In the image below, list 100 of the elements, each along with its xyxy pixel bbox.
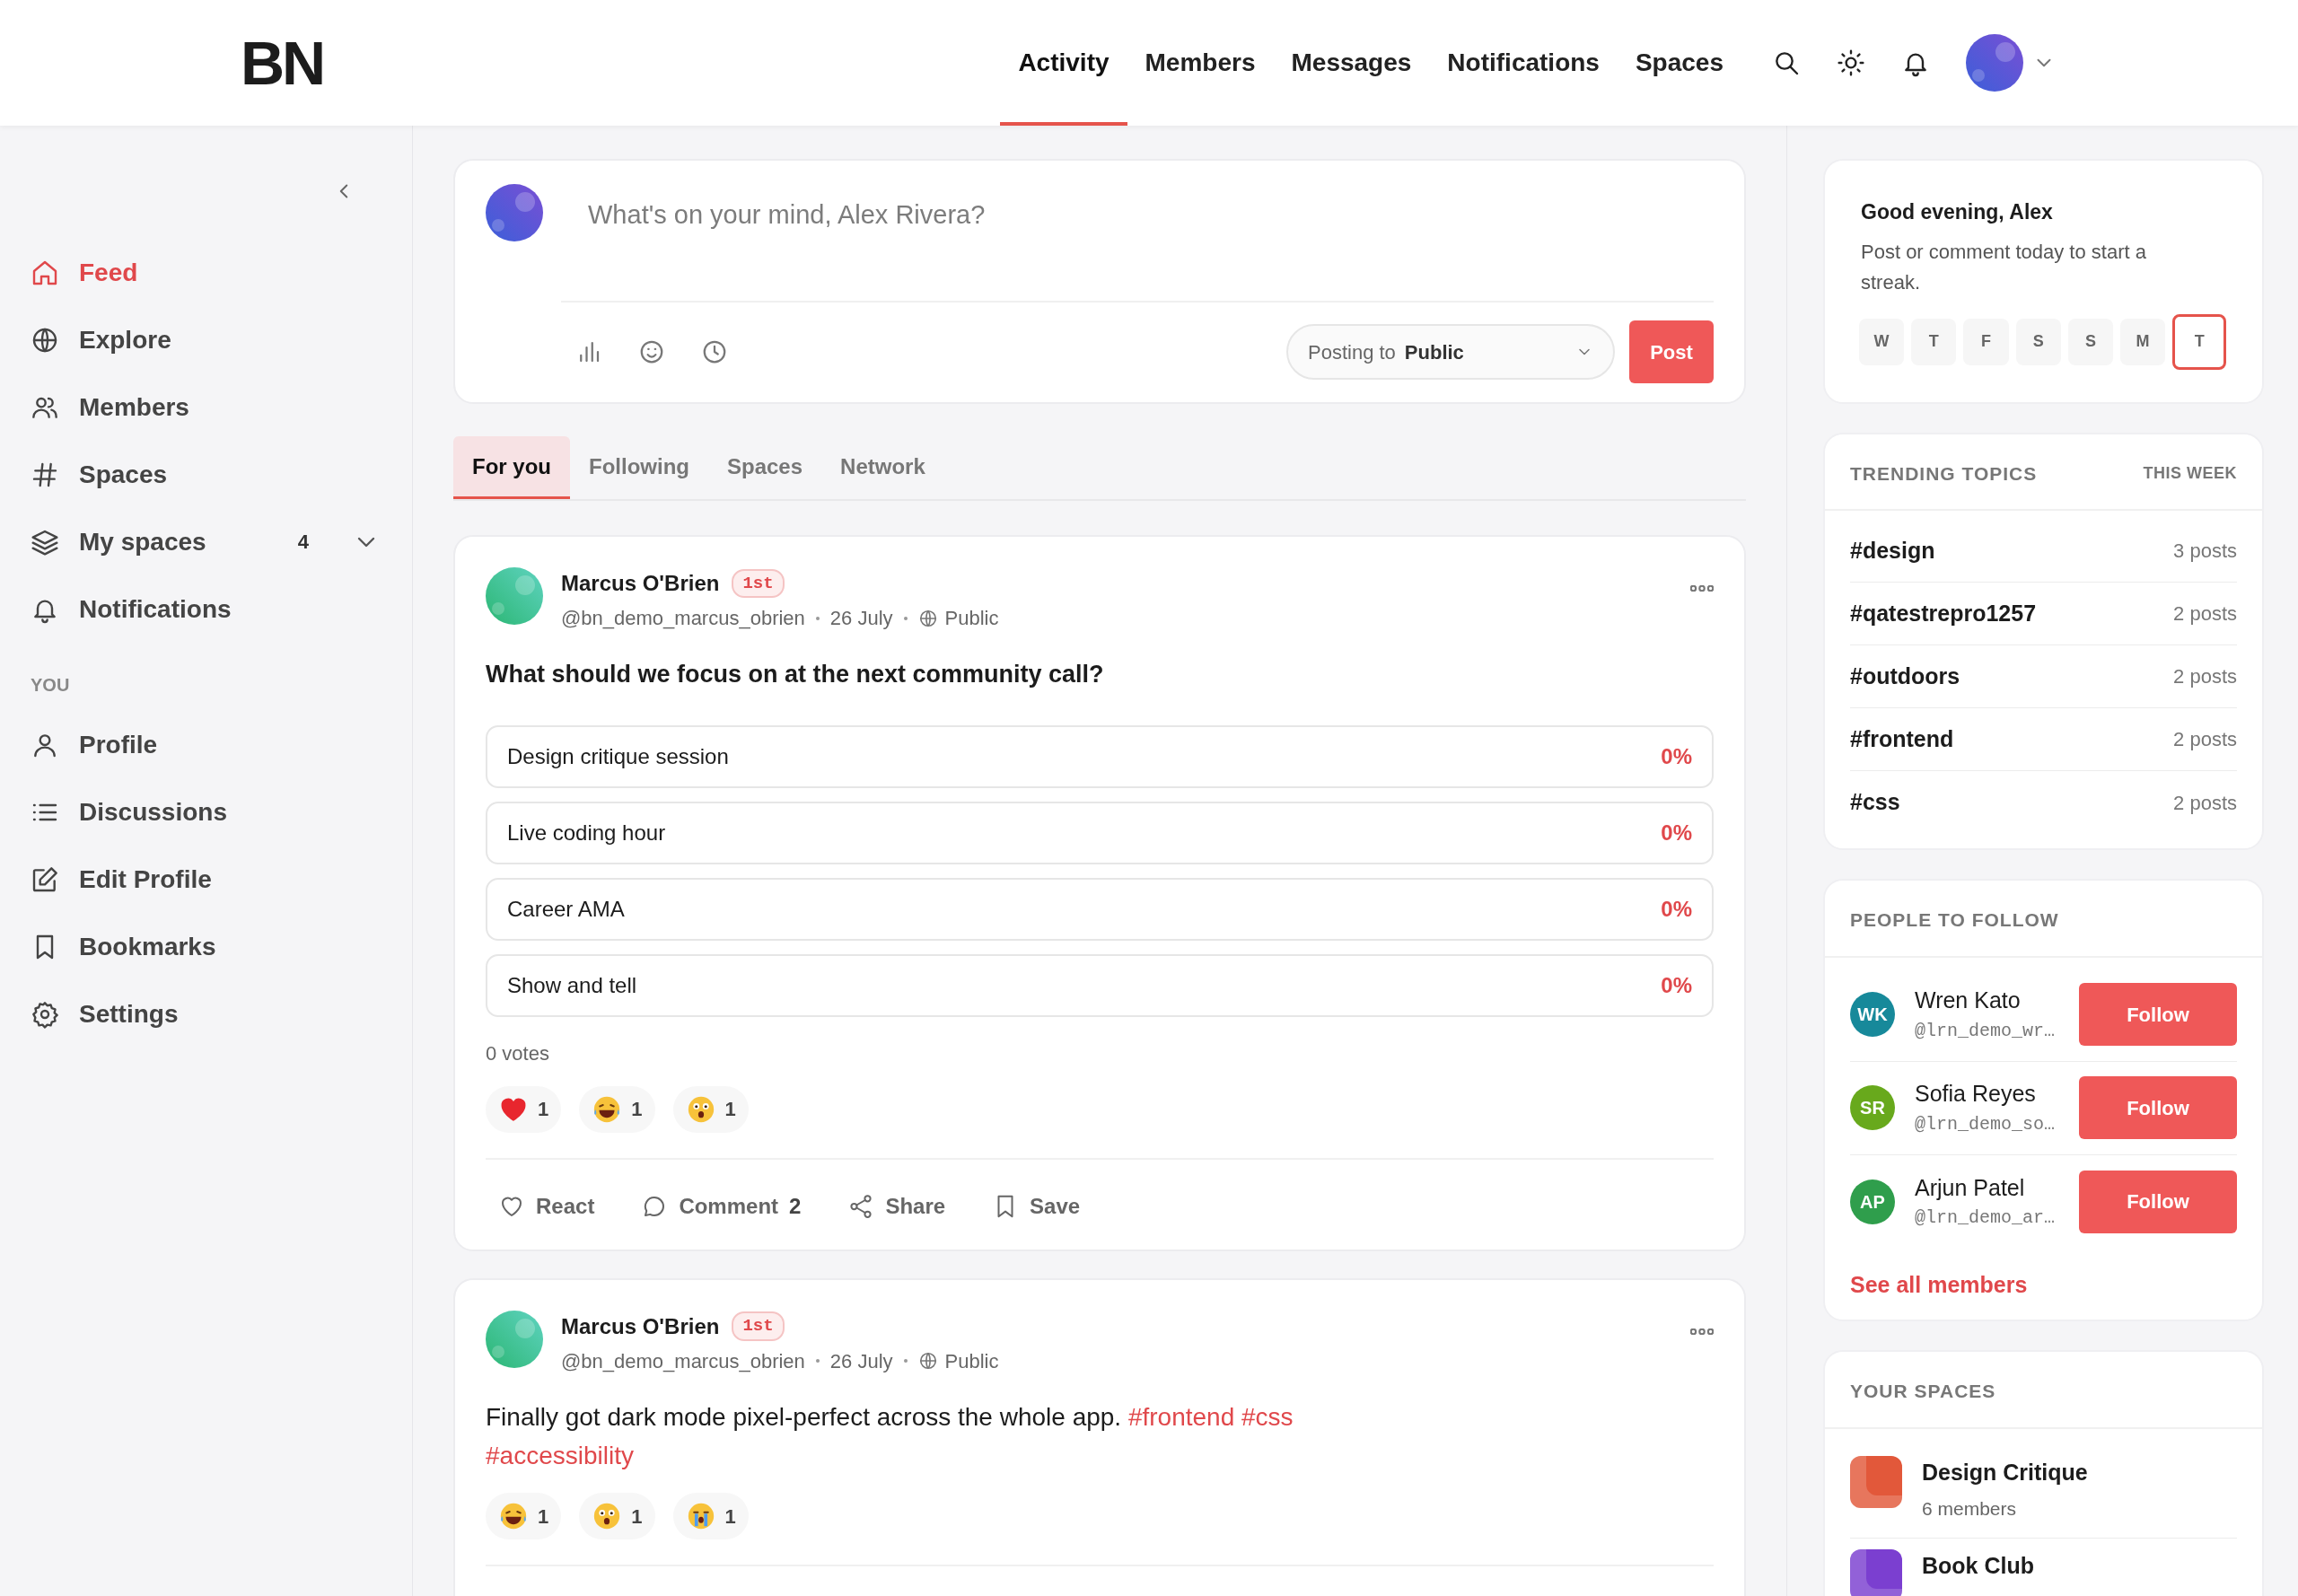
separator-dot: [815, 1359, 820, 1363]
action-button[interactable]: Save: [979, 1189, 1093, 1223]
action-button[interactable]: Share: [835, 1189, 959, 1223]
schedule-button[interactable]: [701, 338, 728, 365]
greeting-title: Good evening, Alex: [1861, 199, 2054, 225]
post-count: 2 posts: [2173, 790, 2237, 816]
reaction-chip[interactable]: 1: [579, 1493, 655, 1540]
nav-link[interactable]: Spaces: [1617, 0, 1741, 126]
space-name[interactable]: Book Club: [1922, 1548, 2034, 1583]
sidebar-item[interactable]: Edit Profile: [31, 846, 381, 913]
topic-link[interactable]: #css: [1850, 785, 1900, 820]
post-count: 3 posts: [2173, 539, 2237, 565]
post-text: Finally got dark mode pixel-perfect across the whole app. #frontend #css #accessibility: [486, 1401, 1294, 1471]
separator-dot: [903, 1359, 908, 1363]
reaction-chip[interactable]: 1: [579, 1085, 655, 1133]
post-count: 2 posts: [2173, 664, 2237, 690]
poll-option[interactable]: Design critique session 0%: [486, 724, 1714, 788]
sidebar-item[interactable]: My spaces 4: [31, 508, 381, 575]
post-date: 26 July: [829, 606, 893, 631]
sidebar-item[interactable]: Members: [31, 373, 381, 441]
poll-question: What should we focus on at the next community call?: [486, 660, 1105, 689]
sidebar-item[interactable]: Explore: [31, 306, 381, 373]
author-handle[interactable]: @bn_demo_marcus_obrien: [561, 603, 805, 633]
sidebar-item[interactable]: Settings: [31, 980, 381, 1048]
audience-label: Public: [944, 606, 999, 631]
more-button[interactable]: [1690, 1328, 1714, 1335]
person-name[interactable]: Wren Kato: [1915, 984, 2059, 1018]
author-avatar: [486, 1310, 543, 1368]
action-button[interactable]: React: [486, 1189, 608, 1223]
poll-option[interactable]: Show and tell 0%: [486, 953, 1714, 1017]
feed-tab[interactable]: Network: [821, 436, 944, 499]
reaction-chip[interactable]: 1: [486, 1085, 562, 1133]
sidebar-item[interactable]: Feed: [31, 239, 381, 306]
more-icon: [1690, 1328, 1714, 1335]
person-handle: @lrn_demo_so…: [1915, 1112, 2057, 1136]
reaction-chip[interactable]: 1: [486, 1493, 562, 1540]
card-title: YOUR SPACES: [1825, 1352, 2262, 1429]
card-title: TRENDING TOPICS: [1850, 461, 2038, 486]
sidebar-item[interactable]: Bookmarks: [31, 913, 381, 980]
hashtag-link[interactable]: #css: [1241, 1402, 1294, 1431]
sidebar-item[interactable]: Discussions: [31, 778, 381, 846]
hashtag-link[interactable]: #frontend: [1127, 1402, 1235, 1431]
sidebar-item[interactable]: Profile: [31, 711, 381, 778]
nav-link[interactable]: Members: [1127, 0, 1274, 126]
streak-day: M: [2120, 318, 2166, 365]
initials-avatar: SR: [1850, 1085, 1895, 1131]
more-button[interactable]: [1690, 585, 1714, 592]
poll-option[interactable]: Career AMA 0%: [486, 877, 1714, 941]
post-count: 2 posts: [2173, 601, 2237, 627]
period-label: THIS WEEK: [2143, 462, 2237, 484]
streak-day: S: [2067, 318, 2113, 365]
author-name[interactable]: Marcus O'Brien: [561, 1310, 720, 1343]
streak-text: Post or comment today to start a streak.: [1861, 239, 2147, 295]
feed-tab[interactable]: Following: [570, 436, 708, 499]
topic-link[interactable]: #design: [1850, 533, 1935, 568]
separator-dot: [903, 616, 908, 620]
initials-avatar: AP: [1850, 1179, 1895, 1224]
vote-count: 0 votes: [486, 1040, 550, 1066]
topic-link[interactable]: #outdoors: [1850, 659, 1960, 694]
see-all-link[interactable]: See all members: [1850, 1271, 2028, 1297]
emoji-button[interactable]: [638, 338, 665, 365]
section-title: YOU: [31, 674, 71, 697]
logo[interactable]: BN: [241, 32, 324, 93]
sidebar-item[interactable]: Notifications: [31, 575, 381, 643]
poll-option[interactable]: Live coding hour 0%: [486, 801, 1714, 864]
settings-icon: [31, 999, 59, 1029]
topic-link[interactable]: #frontend: [1850, 722, 1954, 757]
theme-toggle-icon: [1837, 48, 1865, 77]
topic-link[interactable]: #qatestrepro1257: [1850, 596, 2037, 631]
nav-link[interactable]: Messages: [1273, 0, 1430, 126]
audience-label: Public: [944, 1348, 999, 1374]
space-name[interactable]: Design Critique: [1922, 1455, 2088, 1490]
visibility-dropdown[interactable]: Posting to Public: [1286, 324, 1615, 380]
globe-icon: [917, 1351, 938, 1371]
initials-avatar: WK: [1850, 992, 1895, 1038]
nav-link[interactable]: Notifications: [1429, 0, 1618, 126]
action-button[interactable]: Comment 2: [628, 1189, 814, 1223]
count-label: 4: [297, 530, 309, 555]
post-input[interactable]: What's on your mind, Alex Rivera?: [586, 189, 1714, 241]
feed-tab[interactable]: For you: [453, 436, 570, 499]
smiley-icon: [638, 338, 665, 365]
person-name[interactable]: Arjun Patel: [1915, 1171, 2059, 1206]
reaction-chip[interactable]: 1: [672, 1085, 749, 1133]
edit-icon: [31, 864, 59, 894]
author-name[interactable]: Marcus O'Brien: [561, 567, 720, 600]
streak-day: T: [1911, 318, 1957, 365]
streak-day: F: [1963, 318, 2009, 365]
author-handle[interactable]: @bn_demo_marcus_obrien: [561, 1346, 805, 1376]
reaction-chip[interactable]: 1: [672, 1493, 749, 1540]
person-name[interactable]: Sofia Reyes: [1915, 1077, 2059, 1111]
post-count: 2 posts: [2173, 727, 2237, 753]
theme-toggle-button[interactable]: [1837, 48, 1865, 77]
person-handle: @lrn_demo_wr…: [1915, 1019, 2057, 1043]
author-avatar: [486, 567, 543, 625]
person-handle: @lrn_demo_ar…: [1915, 1206, 2057, 1231]
sidebar-item[interactable]: Spaces: [31, 441, 381, 508]
feed-tab[interactable]: Spaces: [708, 436, 822, 499]
nav-link[interactable]: Activity: [1000, 0, 1127, 126]
connection-badge: 1st: [732, 1311, 785, 1341]
hashtag-link[interactable]: #accessibility: [486, 1441, 634, 1469]
